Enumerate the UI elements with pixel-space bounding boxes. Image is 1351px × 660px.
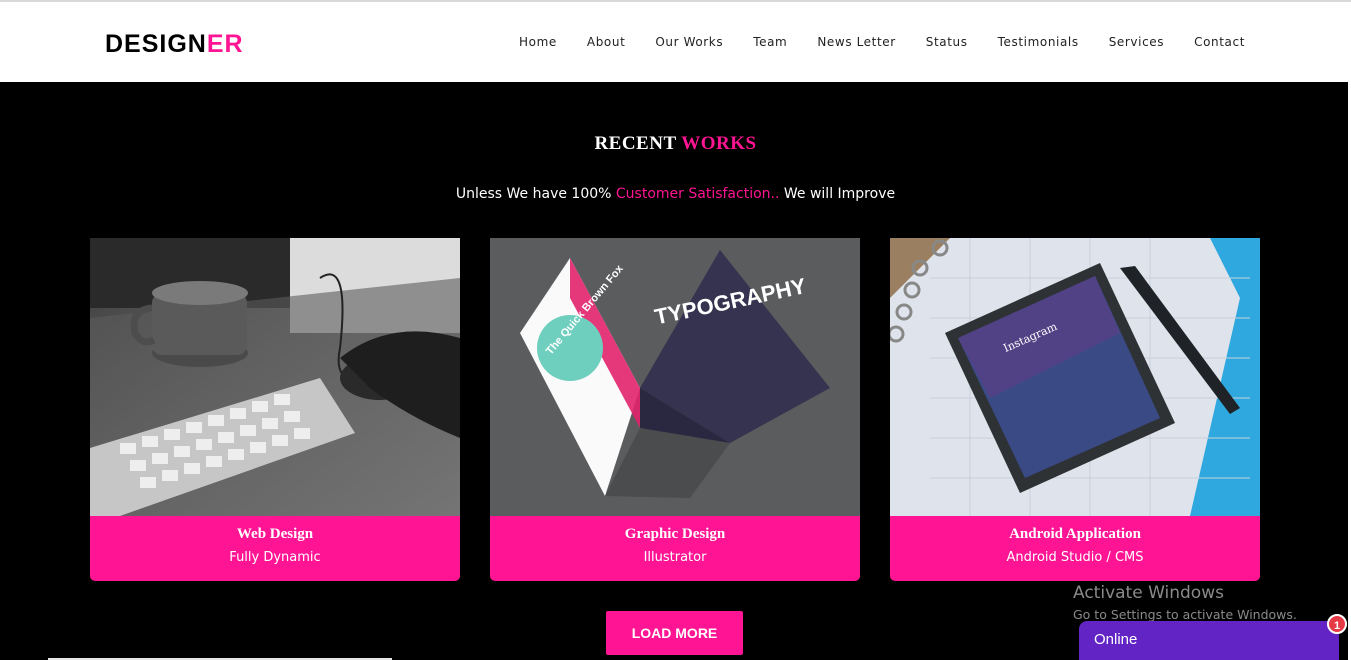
nav-status[interactable]: Status [926, 35, 968, 49]
activate-windows-title: Activate Windows [1073, 583, 1224, 603]
load-more-button[interactable]: LOAD MORE [606, 611, 743, 655]
logo-accent: ER [206, 30, 244, 58]
chat-widget[interactable]: Online [1079, 621, 1339, 660]
typography-brochure-image: The Quick Brown Fox TYPOGRAPHY [490, 238, 860, 516]
site-logo[interactable]: DESIGNER [105, 30, 244, 59]
keyboard-mouse-image [90, 238, 460, 516]
card-subtitle: Illustrator [643, 550, 707, 565]
nav-about[interactable]: About [587, 35, 625, 49]
card-title: Graphic Design [624, 526, 726, 542]
chat-status-label: Online [1094, 631, 1138, 648]
card-caption: Android Application Android Studio / CMS [890, 516, 1260, 581]
subtitle-accent: Customer Satisfaction.. [615, 186, 780, 202]
nav-testimonials[interactable]: Testimonials [998, 35, 1079, 49]
work-card-graphic-design[interactable]: The Quick Brown Fox TYPOGRAPHY Graphic D… [490, 238, 860, 581]
card-title: Web Design [236, 526, 314, 542]
card-title: Android Application [1009, 526, 1141, 542]
nav-our-works[interactable]: Our Works [655, 35, 723, 49]
section-subtitle: Unless We have 100% Customer Satisfactio… [0, 186, 1351, 202]
work-card-android-application[interactable]: Instagram Android Application Android St… [890, 238, 1260, 581]
activate-windows-subtitle: Go to Settings to activate Windows. [1073, 607, 1297, 622]
card-subtitle: Android Studio / CMS [1006, 550, 1144, 565]
section-title: RECENT WORKS [0, 133, 1351, 155]
card-caption: Graphic Design Illustrator [490, 516, 860, 581]
phone-notebook-image: Instagram [890, 238, 1260, 516]
card-caption: Web Design Fully Dynamic [90, 516, 460, 581]
subtitle-post: We will Improve [783, 186, 896, 202]
main-nav: Home About Our Works Team News Letter St… [489, 35, 1245, 49]
nav-news-letter[interactable]: News Letter [817, 35, 895, 49]
logo-main: DESIGN [105, 30, 207, 58]
chat-notification-badge: 1 [1327, 614, 1347, 634]
work-card-web-design[interactable]: Web Design Fully Dynamic [90, 238, 460, 581]
nav-contact[interactable]: Contact [1194, 35, 1245, 49]
nav-home[interactable]: Home [519, 35, 557, 49]
card-subtitle: Fully Dynamic [229, 550, 321, 565]
section-title-accent: WORKS [681, 133, 757, 154]
nav-services[interactable]: Services [1109, 35, 1164, 49]
section-title-main: RECENT [594, 133, 677, 154]
subtitle-pre: Unless We have 100% [455, 186, 612, 202]
site-header: DESIGNER Home About Our Works Team News … [0, 0, 1351, 82]
nav-team[interactable]: Team [753, 35, 787, 49]
